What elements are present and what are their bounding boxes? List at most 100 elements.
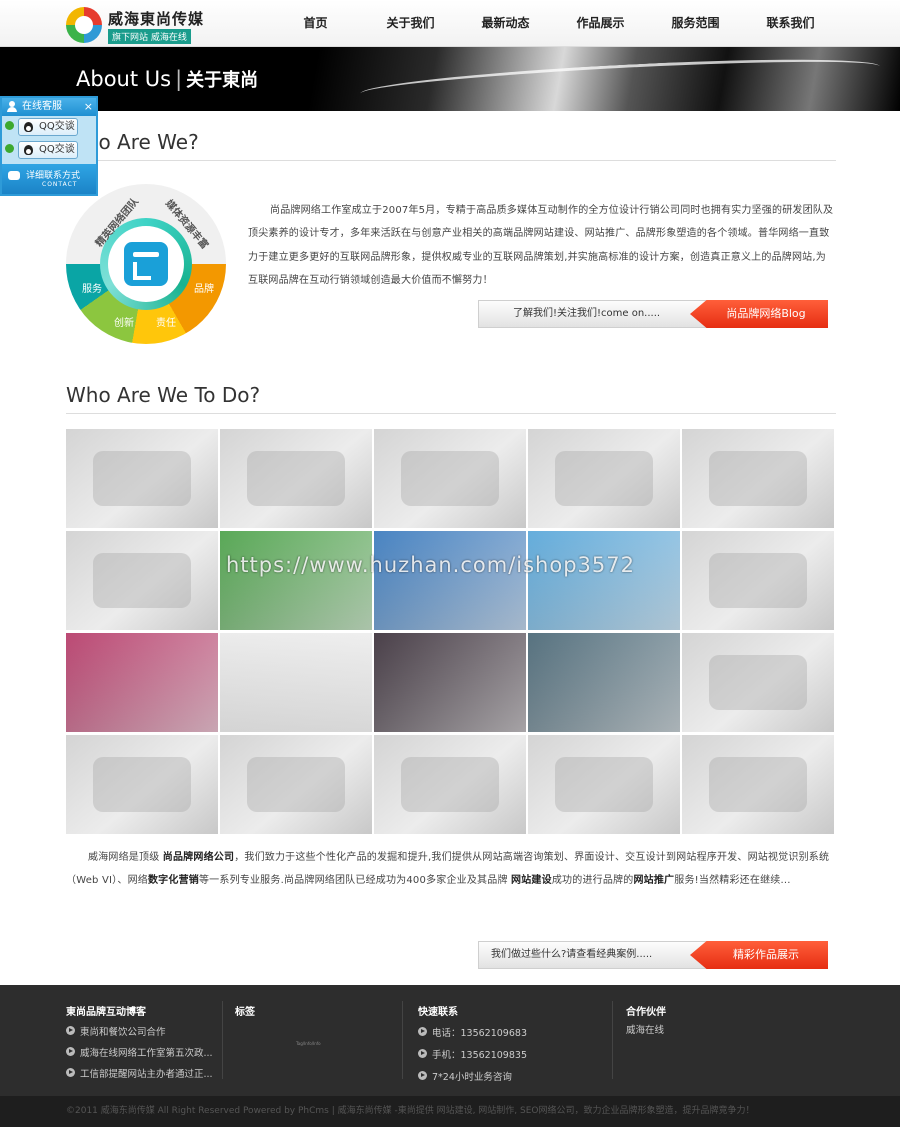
wheel-label-service: 服务 xyxy=(82,284,102,295)
section-title-what-we-do: Who Are We To Do? xyxy=(66,383,261,407)
gallery-thumbnail[interactable] xyxy=(220,633,372,732)
page-banner: About Us | 关于東尚 xyxy=(0,47,900,111)
close-icon[interactable]: × xyxy=(84,98,93,116)
gallery-thumbnail[interactable] xyxy=(66,531,218,630)
works-cta[interactable]: 我们做过些什么?请查看经典案例..... 精彩作品展示 xyxy=(478,941,828,969)
gallery-thumbnail[interactable] xyxy=(220,429,372,528)
page-title: About Us | 关于東尚 xyxy=(76,66,258,92)
footer-mobile: 手机：13562109835 xyxy=(418,1047,527,1061)
qq-chat-button[interactable]: QQ交谈 xyxy=(18,141,78,159)
gallery-thumbnail[interactable] xyxy=(528,531,680,630)
works-cta-button[interactable]: 精彩作品展示 xyxy=(690,941,828,969)
person-icon xyxy=(7,101,17,112)
works-gallery xyxy=(66,429,834,836)
footer-blog-link[interactable]: 東尚和餐饮公司合作 xyxy=(66,1024,166,1038)
online-service-panel: 在线客服 × QQ交谈 QQ交谈 详细联系方式 CONTACT xyxy=(0,96,98,196)
desc-keyword[interactable]: 网站推广 xyxy=(633,875,674,886)
online-status-icon xyxy=(5,144,14,153)
gallery-thumbnail[interactable] xyxy=(220,735,372,834)
gallery-thumbnail[interactable] xyxy=(66,429,218,528)
page-title-cn: 关于東尚 xyxy=(186,70,259,91)
contact-label-en: CONTACT xyxy=(42,181,78,188)
logo-mark-icon xyxy=(66,7,102,43)
qq-row: QQ交谈 xyxy=(2,140,96,162)
gallery-thumbnail[interactable] xyxy=(374,633,526,732)
contact-label-cn: 详细联系方式 xyxy=(26,171,81,181)
online-status-icon xyxy=(5,121,14,130)
wheel-label-brand: 品牌 xyxy=(194,284,214,295)
blog-cta-button[interactable]: 尚品牌网络Blog xyxy=(690,300,828,328)
footer-blog-title: 東尚品牌互动博客 xyxy=(66,1007,146,1018)
logo[interactable]: 威海東尚传媒 旗下网站 威海在线 xyxy=(66,7,216,44)
header: 威海東尚传媒 旗下网站 威海在线 首页 关于我们 最新动态 作品展示 服务范围 … xyxy=(0,0,900,47)
gallery-thumbnail[interactable] xyxy=(682,633,834,732)
desc-part: 等一系列专业服务.尚品牌网络团队已经成功为400多家企业及其品牌 xyxy=(198,875,512,887)
service-title: 在线客服 xyxy=(22,101,62,112)
gallery-thumbnail[interactable] xyxy=(374,429,526,528)
desc-part: 威海网络是顶级 xyxy=(88,852,163,863)
gallery-thumbnail[interactable] xyxy=(66,735,218,834)
section-divider xyxy=(66,413,836,414)
logo-title: 威海東尚传媒 xyxy=(108,10,205,28)
qq-chat-label: QQ交谈 xyxy=(39,121,75,132)
services-paragraph: 威海网络是顶级 尚品牌网络公司，我们致力于这些个性化产品的发掘和提升,我们提供从… xyxy=(66,846,836,893)
footer-tag-text[interactable]: Tag/Info/Info xyxy=(296,1041,321,1046)
gallery-thumbnail[interactable] xyxy=(220,531,372,630)
main-nav: 首页 关于我们 最新动态 作品展示 服务范围 联系我们 xyxy=(268,0,838,47)
gallery-thumbnail[interactable] xyxy=(528,429,680,528)
wheel-label-responsibility: 责任 xyxy=(156,318,176,329)
section-divider xyxy=(66,160,836,161)
blog-cta[interactable]: 了解我们!关注我们!come on..... 尚品牌网络Blog xyxy=(478,300,828,328)
qq-penguin-icon xyxy=(24,122,33,132)
footer-divider xyxy=(612,1001,613,1079)
gallery-thumbnail[interactable] xyxy=(66,633,218,732)
nav-news[interactable]: 最新动态 xyxy=(458,0,553,47)
intro-paragraph: 尚品牌网络工作室成立于2007年5月，专精于高品质多媒体互动制作的全方位设计行销… xyxy=(248,205,834,286)
page-title-en: About Us xyxy=(76,67,172,91)
page-title-separator: | xyxy=(175,67,183,91)
gallery-thumbnail[interactable] xyxy=(374,531,526,630)
desc-keyword[interactable]: 尚品牌网络公司 xyxy=(163,852,234,863)
gallery-thumbnail[interactable] xyxy=(682,735,834,834)
footer-divider xyxy=(402,1001,403,1079)
logo-subtitle: 旗下网站 威海在线 xyxy=(108,29,191,44)
wheel-label-create: 创新 xyxy=(114,318,134,329)
footer-partner-link[interactable]: 威海在线 xyxy=(626,1022,664,1036)
desc-part: 成功的进行品牌的 xyxy=(551,875,634,887)
desc-keyword[interactable]: 网站建设 xyxy=(511,875,552,886)
banner-swoosh-graphic xyxy=(359,51,881,109)
footer: 東尚品牌互动博客 東尚和餐饮公司合作 威海在线网络工作室第五次政... 工信部提… xyxy=(0,985,900,1096)
qq-penguin-icon xyxy=(24,145,33,155)
nav-works[interactable]: 作品展示 xyxy=(553,0,648,47)
watermark-text: https://www.huzhan.com/ishop3572 xyxy=(226,553,635,577)
desc-keyword[interactable]: 数字化营销 xyxy=(148,875,199,886)
gallery-thumbnail[interactable] xyxy=(528,735,680,834)
footer-phone: 电话：13562109683 xyxy=(418,1025,527,1039)
gallery-thumbnail[interactable] xyxy=(682,531,834,630)
gallery-thumbnail[interactable] xyxy=(528,633,680,732)
footer-divider xyxy=(222,1001,223,1079)
nav-contact[interactable]: 联系我们 xyxy=(743,0,838,47)
gallery-thumbnail[interactable] xyxy=(374,735,526,834)
qq-row: QQ交谈 xyxy=(2,117,96,139)
qq-chat-label: QQ交谈 xyxy=(39,144,75,155)
contact-details-button[interactable]: 详细联系方式 CONTACT xyxy=(2,164,96,194)
copyright-bar: ©2011 威海东尚传媒 All Right Reserved Powered … xyxy=(0,1096,900,1127)
chat-bubble-icon xyxy=(8,171,20,180)
values-wheel: 精英网络团队 媒体资源丰富 服务 品牌 创新 责任 xyxy=(66,184,226,344)
footer-blog-link[interactable]: 工信部提醒网站主办者通过正... xyxy=(66,1066,213,1080)
service-header: 在线客服 × xyxy=(2,98,96,116)
desc-part: 服务!当然精彩还在继续... xyxy=(674,875,791,887)
gallery-thumbnail[interactable] xyxy=(682,429,834,528)
footer-partners-title: 合作伙伴 xyxy=(626,1007,666,1018)
nav-about[interactable]: 关于我们 xyxy=(363,0,458,47)
website-icon xyxy=(124,242,168,286)
footer-tags-title: 标签 xyxy=(235,1007,255,1018)
footer-contact-title: 快速联系 xyxy=(418,1007,458,1018)
footer-hours: 7*24小时业务咨询 xyxy=(418,1069,512,1083)
page: 威海東尚传媒 旗下网站 威海在线 首页 关于我们 最新动态 作品展示 服务范围 … xyxy=(0,0,900,1127)
footer-blog-link[interactable]: 威海在线网络工作室第五次政... xyxy=(66,1045,213,1059)
nav-home[interactable]: 首页 xyxy=(268,0,363,47)
nav-services[interactable]: 服务范围 xyxy=(648,0,743,47)
qq-chat-button[interactable]: QQ交谈 xyxy=(18,118,78,136)
